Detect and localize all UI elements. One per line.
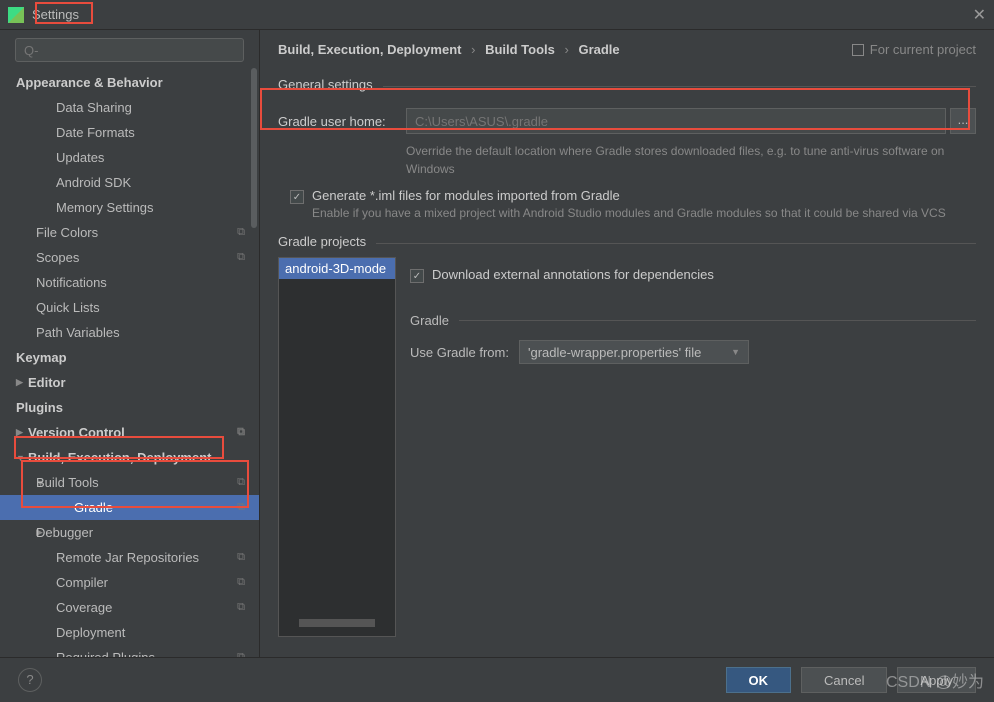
cancel-button[interactable]: Cancel [801, 667, 887, 693]
breadcrumb-part: Gradle [578, 42, 619, 57]
titlebar: Settings ✕ [0, 0, 994, 30]
main-panel: Build, Execution, Deployment › Build Too… [260, 30, 994, 657]
gradle-home-label: Gradle user home: [278, 114, 406, 129]
download-annotations-label: Download external annotations for depend… [432, 267, 714, 282]
iml-checkbox[interactable]: ✓ [290, 190, 304, 204]
horizontal-scrollbar[interactable] [299, 619, 375, 627]
tree-keymap[interactable]: Keymap [0, 345, 259, 370]
project-badge-icon: ⧉ [237, 251, 245, 264]
tree-deployment[interactable]: Deployment [0, 620, 259, 645]
select-value: 'gradle-wrapper.properties' file [528, 345, 701, 360]
project-badge-icon: ⧉ [237, 226, 245, 239]
project-list-item[interactable]: android-3D-mode [279, 258, 395, 279]
tree-build-tools[interactable]: ▼Build Tools⧉ [0, 470, 259, 495]
project-list[interactable]: android-3D-mode [278, 257, 396, 637]
project-badge-icon: ⧉ [237, 476, 245, 489]
sidebar-scrollbar[interactable] [251, 68, 257, 228]
header-row: Build, Execution, Deployment › Build Too… [278, 42, 976, 57]
use-gradle-from-select[interactable]: 'gradle-wrapper.properties' file ▼ [519, 340, 749, 364]
tree-debugger[interactable]: ▶Debugger [0, 520, 259, 545]
help-button[interactable]: ? [18, 668, 42, 692]
tree-build-execution-deployment[interactable]: ▼Build, Execution, Deployment [0, 445, 259, 470]
ok-button[interactable]: OK [726, 667, 792, 693]
browse-button[interactable]: ... [950, 108, 976, 134]
project-badge-icon: ⧉ [237, 601, 245, 614]
tree-data-sharing[interactable]: Data Sharing [0, 95, 259, 120]
breadcrumb-part[interactable]: Build, Execution, Deployment [278, 42, 461, 57]
tree-remote-jar[interactable]: Remote Jar Repositories⧉ [0, 545, 259, 570]
gradle-subtitle: Gradle [410, 313, 449, 328]
for-current-project: For current project [852, 42, 976, 57]
tree-gradle[interactable]: Gradle⧉ [0, 495, 259, 520]
tree-compiler[interactable]: Compiler⧉ [0, 570, 259, 595]
divider [459, 320, 976, 321]
projects-layout: android-3D-mode ✓ Download external anno… [278, 257, 976, 637]
tree-coverage[interactable]: Coverage⧉ [0, 595, 259, 620]
iml-hint: Enable if you have a mixed project with … [312, 206, 976, 220]
project-badge-icon: ⧉ [237, 576, 245, 589]
divider [383, 86, 976, 87]
project-badge-icon: ⧉ [237, 501, 245, 514]
download-annotations-row: ✓ Download external annotations for depe… [410, 267, 976, 283]
project-badge-icon: ⧉ [237, 551, 245, 564]
chevron-down-icon: ▼ [16, 453, 28, 463]
settings-tree: Appearance & Behavior Data Sharing Date … [0, 70, 259, 657]
content: Appearance & Behavior Data Sharing Date … [0, 30, 994, 657]
project-settings: ✓ Download external annotations for depe… [410, 257, 976, 637]
general-section-header: General settings [278, 73, 976, 100]
chevron-down-icon: ▼ [16, 478, 36, 488]
tree-date-formats[interactable]: Date Formats [0, 120, 259, 145]
tree-plugins[interactable]: Plugins [0, 395, 259, 420]
window-title: Settings [32, 7, 79, 22]
download-annotations-checkbox[interactable]: ✓ [410, 269, 424, 283]
tree-android-sdk[interactable]: Android SDK [0, 170, 259, 195]
section-title: General settings [278, 77, 373, 92]
chevron-right-icon: ▶ [16, 527, 36, 538]
iml-checkbox-label: Generate *.iml files for modules importe… [312, 188, 620, 203]
chevron-down-icon: ▼ [731, 347, 740, 357]
projects-section-header: Gradle projects [278, 230, 976, 257]
project-badge-icon [852, 44, 864, 56]
close-icon[interactable]: ✕ [973, 5, 986, 25]
android-logo-icon [8, 7, 24, 23]
tree-appearance[interactable]: Appearance & Behavior [0, 70, 259, 95]
search-wrap [0, 30, 259, 70]
tree-quick-lists[interactable]: Quick Lists [0, 295, 259, 320]
chevron-right-icon: › [471, 42, 475, 57]
search-input[interactable] [15, 38, 244, 62]
breadcrumb-part[interactable]: Build Tools [485, 42, 555, 57]
chevron-right-icon: ▶ [16, 427, 28, 438]
tree-memory[interactable]: Memory Settings [0, 195, 259, 220]
apply-button[interactable]: Apply [897, 667, 976, 693]
use-gradle-from-label: Use Gradle from: [410, 345, 509, 360]
breadcrumb: Build, Execution, Deployment › Build Too… [278, 42, 620, 57]
gradle-home-row: Gradle user home: ... [278, 108, 976, 134]
project-badge-icon: ⧉ [237, 426, 245, 439]
iml-checkbox-row: ✓ Generate *.iml files for modules impor… [290, 188, 976, 204]
sidebar: Appearance & Behavior Data Sharing Date … [0, 30, 260, 657]
tree-file-colors[interactable]: File Colors⧉ [0, 220, 259, 245]
divider [376, 243, 976, 244]
gradle-home-input[interactable] [406, 108, 946, 134]
tree-editor[interactable]: ▶Editor [0, 370, 259, 395]
section-title: Gradle projects [278, 234, 366, 249]
chevron-right-icon: ▶ [16, 377, 28, 388]
tree-scopes[interactable]: Scopes⧉ [0, 245, 259, 270]
footer: ? OK Cancel Apply [0, 657, 994, 702]
tree-updates[interactable]: Updates [0, 145, 259, 170]
tree-notifications[interactable]: Notifications [0, 270, 259, 295]
tree-required-plugins[interactable]: Required Plugins⧉ [0, 645, 259, 657]
tree-version-control[interactable]: ▶Version Control⧉ [0, 420, 259, 445]
tree-path-vars[interactable]: Path Variables [0, 320, 259, 345]
gradle-home-hint: Override the default location where Grad… [406, 142, 976, 178]
chevron-right-icon: › [565, 42, 569, 57]
gradle-subsection: Gradle Use Gradle from: 'gradle-wrapper.… [410, 313, 976, 364]
